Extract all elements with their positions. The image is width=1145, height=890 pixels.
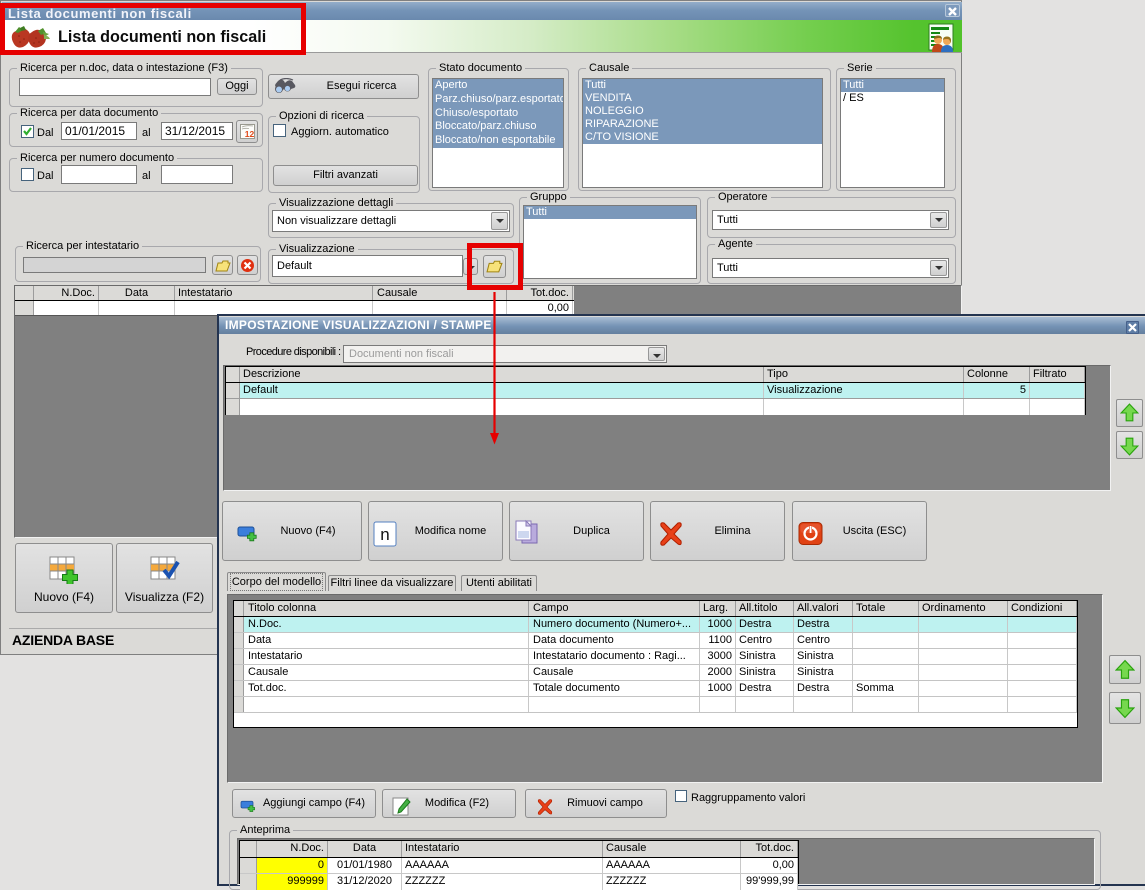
svg-text:n: n [380, 525, 389, 544]
svg-text:12: 12 [244, 129, 254, 139]
